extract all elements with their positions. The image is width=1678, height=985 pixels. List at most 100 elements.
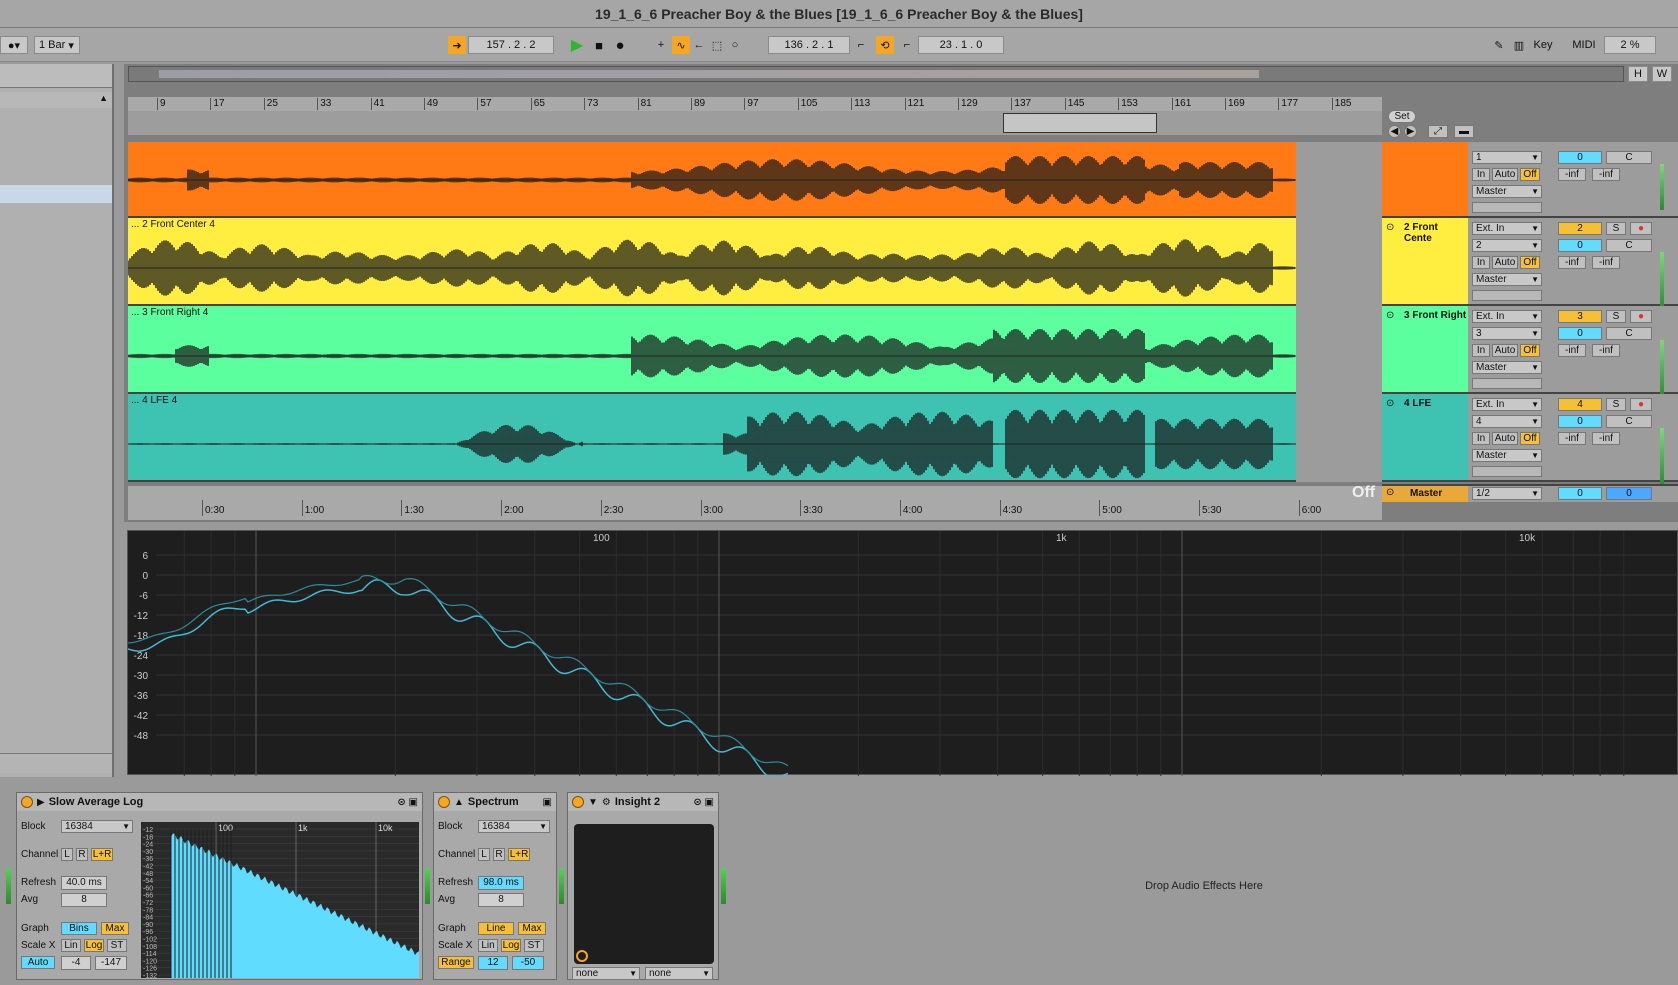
output-select[interactable]: Master bbox=[1472, 185, 1542, 198]
track-header[interactable] bbox=[1382, 142, 1468, 218]
channel-r-button[interactable]: R bbox=[76, 848, 88, 861]
output-channel-field[interactable] bbox=[1472, 378, 1542, 389]
avg-field[interactable]: 8 bbox=[478, 893, 524, 907]
monitor-auto-button[interactable]: Auto bbox=[1492, 432, 1518, 445]
record-button[interactable]: ● bbox=[611, 36, 629, 54]
refresh-field[interactable]: 40.0 ms bbox=[61, 876, 107, 890]
arm-button[interactable]: ● bbox=[1630, 222, 1652, 235]
punch-in-button[interactable]: ⌐ bbox=[852, 36, 870, 54]
optimize-height-button[interactable]: H bbox=[1628, 66, 1648, 82]
loop-switch-button[interactable]: ⟲ bbox=[876, 36, 894, 54]
arm-button[interactable]: ● bbox=[1630, 310, 1652, 323]
device-on-icon[interactable] bbox=[21, 796, 33, 808]
pan-field[interactable]: C bbox=[1606, 151, 1652, 164]
browser-selected-row[interactable] bbox=[0, 185, 112, 203]
punch-out-button[interactable]: ⌐ bbox=[898, 36, 916, 54]
range-button[interactable]: Range bbox=[438, 956, 474, 969]
channel-lr-button[interactable]: L+R bbox=[508, 848, 530, 861]
session-record-button[interactable]: ○ bbox=[726, 36, 744, 54]
block-select[interactable]: 16384 bbox=[61, 820, 133, 833]
optimize-width-button[interactable]: W bbox=[1652, 66, 1672, 82]
track-header[interactable]: ⊙ 4 LFE bbox=[1382, 394, 1468, 482]
track-lane[interactable] bbox=[128, 142, 1296, 218]
channel-r-button[interactable]: R bbox=[493, 848, 505, 861]
draw-mode-button[interactable]: ✎ bbox=[1490, 36, 1508, 54]
monitor-off-button[interactable]: Off bbox=[1520, 168, 1540, 181]
device-save-icon[interactable]: ▣ bbox=[543, 797, 552, 808]
automation-arm-button[interactable]: ∿ bbox=[672, 36, 690, 54]
loop-brace[interactable] bbox=[1003, 113, 1157, 133]
scale-lin-button[interactable]: Lin bbox=[61, 939, 81, 952]
empty-lane[interactable] bbox=[1296, 394, 1382, 482]
insight-handle-icon[interactable] bbox=[576, 950, 588, 962]
loop-start-field[interactable]: 136 . 2 . 1 bbox=[768, 36, 850, 54]
monitor-in-button[interactable]: In bbox=[1472, 168, 1490, 181]
device-save-icon[interactable]: ⊙ ▣ bbox=[397, 797, 418, 808]
master-header[interactable]: ⊙ Master bbox=[1382, 486, 1468, 502]
graph-max-button[interactable]: Max bbox=[518, 922, 546, 935]
scale-log-button[interactable]: Log bbox=[501, 939, 521, 952]
track-header[interactable]: ⊙ 2 Front Cente bbox=[1382, 218, 1468, 306]
prev-locator-button[interactable]: ◀ bbox=[1388, 125, 1401, 138]
device-save-icon[interactable]: ⊙ ▣ bbox=[693, 797, 714, 808]
output-channel-field[interactable] bbox=[1472, 290, 1542, 301]
auto-range-button[interactable]: Auto bbox=[21, 956, 55, 969]
device-on-icon[interactable] bbox=[438, 796, 450, 808]
empty-lane[interactable] bbox=[1296, 142, 1382, 218]
output-select[interactable]: Master bbox=[1472, 449, 1542, 462]
lock-envelopes-button[interactable]: ▬ bbox=[1454, 125, 1474, 138]
fold-icon[interactable]: ▲ bbox=[454, 797, 464, 808]
scale-lin-button[interactable]: Lin bbox=[478, 939, 498, 952]
loop-length-field[interactable]: 23 . 1 . 0 bbox=[918, 36, 1004, 54]
output-select[interactable]: Master bbox=[1472, 273, 1542, 286]
refresh-field[interactable]: 98.0 ms bbox=[478, 876, 524, 890]
expand-tracks-button[interactable]: ⤢ bbox=[1428, 125, 1448, 138]
graph-bins-button[interactable]: Bins bbox=[61, 922, 97, 935]
monitor-in-button[interactable]: In bbox=[1472, 432, 1490, 445]
key-map-button[interactable]: Key bbox=[1530, 36, 1556, 54]
volume-field[interactable]: 0 bbox=[1558, 415, 1602, 428]
fold-icon[interactable]: ⊙ bbox=[1386, 487, 1394, 498]
monitor-off-button[interactable]: Off bbox=[1520, 432, 1540, 445]
track-activator-button[interactable]: 4 bbox=[1558, 398, 1602, 411]
insight-select-a[interactable]: none bbox=[572, 967, 640, 980]
follow-button[interactable]: ➜ bbox=[448, 36, 466, 54]
bar-ruler[interactable]: 9 17 25 33 41 49 57 65 73 81 89 97 105 113 121 129 137 14… bbox=[128, 97, 1382, 111]
quantize-menu[interactable]: 1 Bar ▾ bbox=[34, 36, 80, 54]
track-lane[interactable]: ... 3 Front Right 4 bbox=[128, 306, 1296, 394]
input-type-select[interactable]: Ext. In bbox=[1472, 222, 1542, 235]
range-min-field[interactable]: -4 bbox=[61, 956, 91, 970]
overview-bar[interactable] bbox=[128, 66, 1624, 82]
channel-l-button[interactable]: L bbox=[478, 848, 490, 861]
output-channel-field[interactable] bbox=[1472, 202, 1542, 213]
midi-map-button[interactable]: MIDI bbox=[1568, 36, 1600, 54]
track-activator-button[interactable]: 3 bbox=[1558, 310, 1602, 323]
volume-field[interactable]: 0 bbox=[1558, 239, 1602, 252]
monitor-off-button[interactable]: Off bbox=[1520, 344, 1540, 357]
input-type-select[interactable]: Ext. In bbox=[1472, 310, 1542, 323]
channel-l-button[interactable]: L bbox=[61, 848, 73, 861]
play-button[interactable]: ▶ bbox=[568, 36, 586, 54]
track-lane[interactable]: ... 2 Front Center 4 bbox=[128, 218, 1296, 306]
monitor-in-button[interactable]: In bbox=[1472, 344, 1490, 357]
volume-field[interactable]: 0 bbox=[1558, 151, 1602, 164]
master-pan[interactable]: 0 bbox=[1606, 487, 1652, 500]
fold-icon[interactable]: ⊙ bbox=[1386, 310, 1394, 321]
scroll-up-icon[interactable]: ▲ bbox=[99, 93, 108, 103]
device-on-icon[interactable] bbox=[572, 796, 584, 808]
wrench-icon[interactable]: ⚙ bbox=[602, 797, 611, 808]
set-locator-button[interactable]: Set bbox=[1388, 110, 1416, 123]
master-output-select[interactable]: 1/2 bbox=[1472, 487, 1542, 500]
arm-button[interactable]: ● bbox=[1630, 398, 1652, 411]
capture-button[interactable]: ⬚ bbox=[708, 36, 726, 54]
input-type-select[interactable]: Ext. In bbox=[1472, 398, 1542, 411]
pan-field[interactable]: C bbox=[1606, 239, 1652, 252]
volume-field[interactable]: 0 bbox=[1558, 327, 1602, 340]
scale-log-button[interactable]: Log bbox=[84, 939, 104, 952]
overdub-button[interactable]: + bbox=[652, 36, 670, 54]
range-max-field[interactable]: -50 bbox=[512, 956, 544, 970]
output-channel-field[interactable] bbox=[1472, 466, 1542, 477]
avg-field[interactable]: 8 bbox=[61, 893, 107, 907]
input-channel-select[interactable]: 4 bbox=[1472, 415, 1542, 428]
graph-max-button[interactable]: Max bbox=[101, 922, 129, 935]
